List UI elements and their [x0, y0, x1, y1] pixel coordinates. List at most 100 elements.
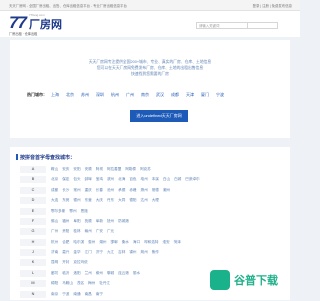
city-link[interactable]: 九江: [107, 250, 114, 254]
city-link[interactable]: 济宁: [96, 250, 103, 254]
city-link[interactable]: 杭州: [51, 240, 58, 244]
city-link[interactable]: 达州: [141, 198, 148, 202]
city-link[interactable]: 长沙: [62, 188, 69, 192]
city-link[interactable]: 北海: [118, 177, 125, 181]
city-link[interactable]: 赤峰: [129, 188, 136, 192]
city-link[interactable]: 白城: [174, 177, 181, 181]
city-link[interactable]: 绵阳: [51, 281, 58, 285]
city-link[interactable]: 佛山: [51, 219, 58, 223]
city-link[interactable]: 海口: [133, 240, 140, 244]
city-link[interactable]: 金华: [73, 250, 80, 254]
city-link[interactable]: 阿拉善盟: [107, 167, 121, 171]
city-link[interactable]: 衡水: [122, 240, 129, 244]
city-link[interactable]: 荆州: [141, 250, 148, 254]
hot-city-link[interactable]: 宁波: [216, 92, 224, 97]
city-link[interactable]: 重庆: [85, 188, 92, 192]
city-link[interactable]: 聊城: [107, 271, 114, 275]
city-link[interactable]: 承德: [118, 188, 125, 192]
city-link[interactable]: 防城港: [118, 219, 129, 223]
city-link[interactable]: 大连: [51, 198, 58, 202]
city-link[interactable]: 沧州: [107, 188, 114, 192]
city-link[interactable]: 廊坊: [51, 271, 58, 275]
city-link[interactable]: 保定: [62, 177, 69, 181]
hot-city-link[interactable]: 深圳: [96, 92, 104, 97]
city-link[interactable]: 惠州: [88, 240, 95, 244]
city-link[interactable]: 梅州: [88, 281, 95, 285]
city-link[interactable]: 大理: [152, 198, 159, 202]
city-link[interactable]: 赣州: [85, 229, 92, 233]
city-link[interactable]: 鞍山: [51, 167, 58, 171]
city-link[interactable]: 大庆: [96, 198, 103, 202]
hot-city-link[interactable]: 南京: [141, 92, 149, 97]
hot-city-link[interactable]: 厦门: [201, 92, 209, 97]
hot-city-link[interactable]: 苏州: [81, 92, 89, 97]
city-link[interactable]: 南通: [73, 292, 80, 296]
city-link[interactable]: 丽水: [133, 271, 140, 275]
city-link[interactable]: 安阳: [73, 167, 80, 171]
city-link[interactable]: 包头: [73, 177, 80, 181]
city-link[interactable]: 茂名: [77, 281, 84, 285]
city-link[interactable]: 菏泽: [174, 240, 181, 244]
city-link[interactable]: 湖州: [99, 240, 106, 244]
city-link[interactable]: 滁州: [141, 188, 148, 192]
city-link[interactable]: 德阳: [129, 198, 136, 202]
city-link[interactable]: 阜阳: [73, 219, 80, 223]
city-link[interactable]: 阜新: [96, 219, 103, 223]
city-link[interactable]: 哈尔滨: [73, 240, 84, 244]
city-link[interactable]: 嘉兴: [62, 250, 69, 254]
hot-city-link[interactable]: 广州: [126, 92, 134, 97]
hot-city-link[interactable]: 天津: [186, 92, 194, 97]
hot-city-link[interactable]: 杭州: [111, 92, 119, 97]
city-link[interactable]: 连云港: [118, 271, 129, 275]
city-link[interactable]: 潮州: [163, 188, 170, 192]
city-link[interactable]: 北京: [51, 177, 58, 181]
city-link[interactable]: 兰州: [85, 271, 92, 275]
city-link[interactable]: 南昌: [85, 292, 92, 296]
city-link[interactable]: 东莞: [62, 198, 69, 202]
city-link[interactable]: 恩施: [81, 209, 88, 213]
city-link[interactable]: 贵阳: [62, 229, 69, 233]
city-link[interactable]: 鄂州: [69, 209, 76, 213]
city-link[interactable]: 蚌埠: [85, 177, 92, 181]
city-link[interactable]: 邯郸: [111, 240, 118, 244]
search-button[interactable]: [248, 22, 278, 29]
city-link[interactable]: 鄂尔多斯: [51, 209, 65, 213]
city-link[interactable]: 长春: [96, 188, 103, 192]
city-link[interactable]: 百色: [129, 177, 136, 181]
city-link[interactable]: 开封: [62, 260, 69, 264]
city-link[interactable]: 抚州: [107, 219, 114, 223]
site-logo[interactable]: 77 77fang.com 厂房网 厂房出租 · 仓库出租: [9, 13, 63, 36]
city-link[interactable]: 抚顺: [85, 219, 92, 223]
city-link[interactable]: 广安: [96, 229, 103, 233]
hot-city-link[interactable]: 北京: [66, 92, 74, 97]
city-link[interactable]: 巴彦淖尔: [185, 177, 199, 181]
city-link[interactable]: 安庆: [62, 167, 69, 171]
hot-city-link[interactable]: 武汉: [156, 92, 164, 97]
city-link[interactable]: 福州: [62, 219, 69, 223]
city-link[interactable]: 桂林: [73, 229, 80, 233]
city-link[interactable]: 滨州: [107, 177, 114, 181]
city-link[interactable]: 东营: [85, 198, 92, 202]
city-link[interactable]: 牡丹江: [99, 281, 110, 285]
city-link[interactable]: 阿勒泰: [125, 167, 136, 171]
city-link[interactable]: 昆明: [51, 260, 58, 264]
city-link[interactable]: 克拉玛依: [73, 260, 87, 264]
city-link[interactable]: 广州: [51, 229, 58, 233]
city-link[interactable]: 本溪: [152, 177, 159, 181]
city-link[interactable]: 阿克苏: [140, 167, 151, 171]
city-link[interactable]: 常德: [152, 188, 159, 192]
search-input[interactable]: 请输入关键词: [196, 22, 248, 29]
city-link[interactable]: 洛阳: [73, 271, 80, 275]
city-link[interactable]: 南宁: [96, 292, 103, 296]
city-link[interactable]: 吉林: [118, 250, 125, 254]
city-link[interactable]: 宁波: [62, 292, 69, 296]
enter-site-button[interactable]: 进入undefined天天厂房网: [130, 110, 188, 122]
city-link[interactable]: 阿坝: [96, 167, 103, 171]
city-link[interactable]: 江门: [85, 250, 92, 254]
city-link[interactable]: 呼和浩特: [144, 240, 158, 244]
city-link[interactable]: 锦州: [129, 250, 136, 254]
city-link[interactable]: 安顺: [85, 167, 92, 171]
city-link[interactable]: 临沂: [62, 271, 69, 275]
city-link[interactable]: 德州: [73, 198, 80, 202]
city-link[interactable]: 大同: [118, 198, 125, 202]
